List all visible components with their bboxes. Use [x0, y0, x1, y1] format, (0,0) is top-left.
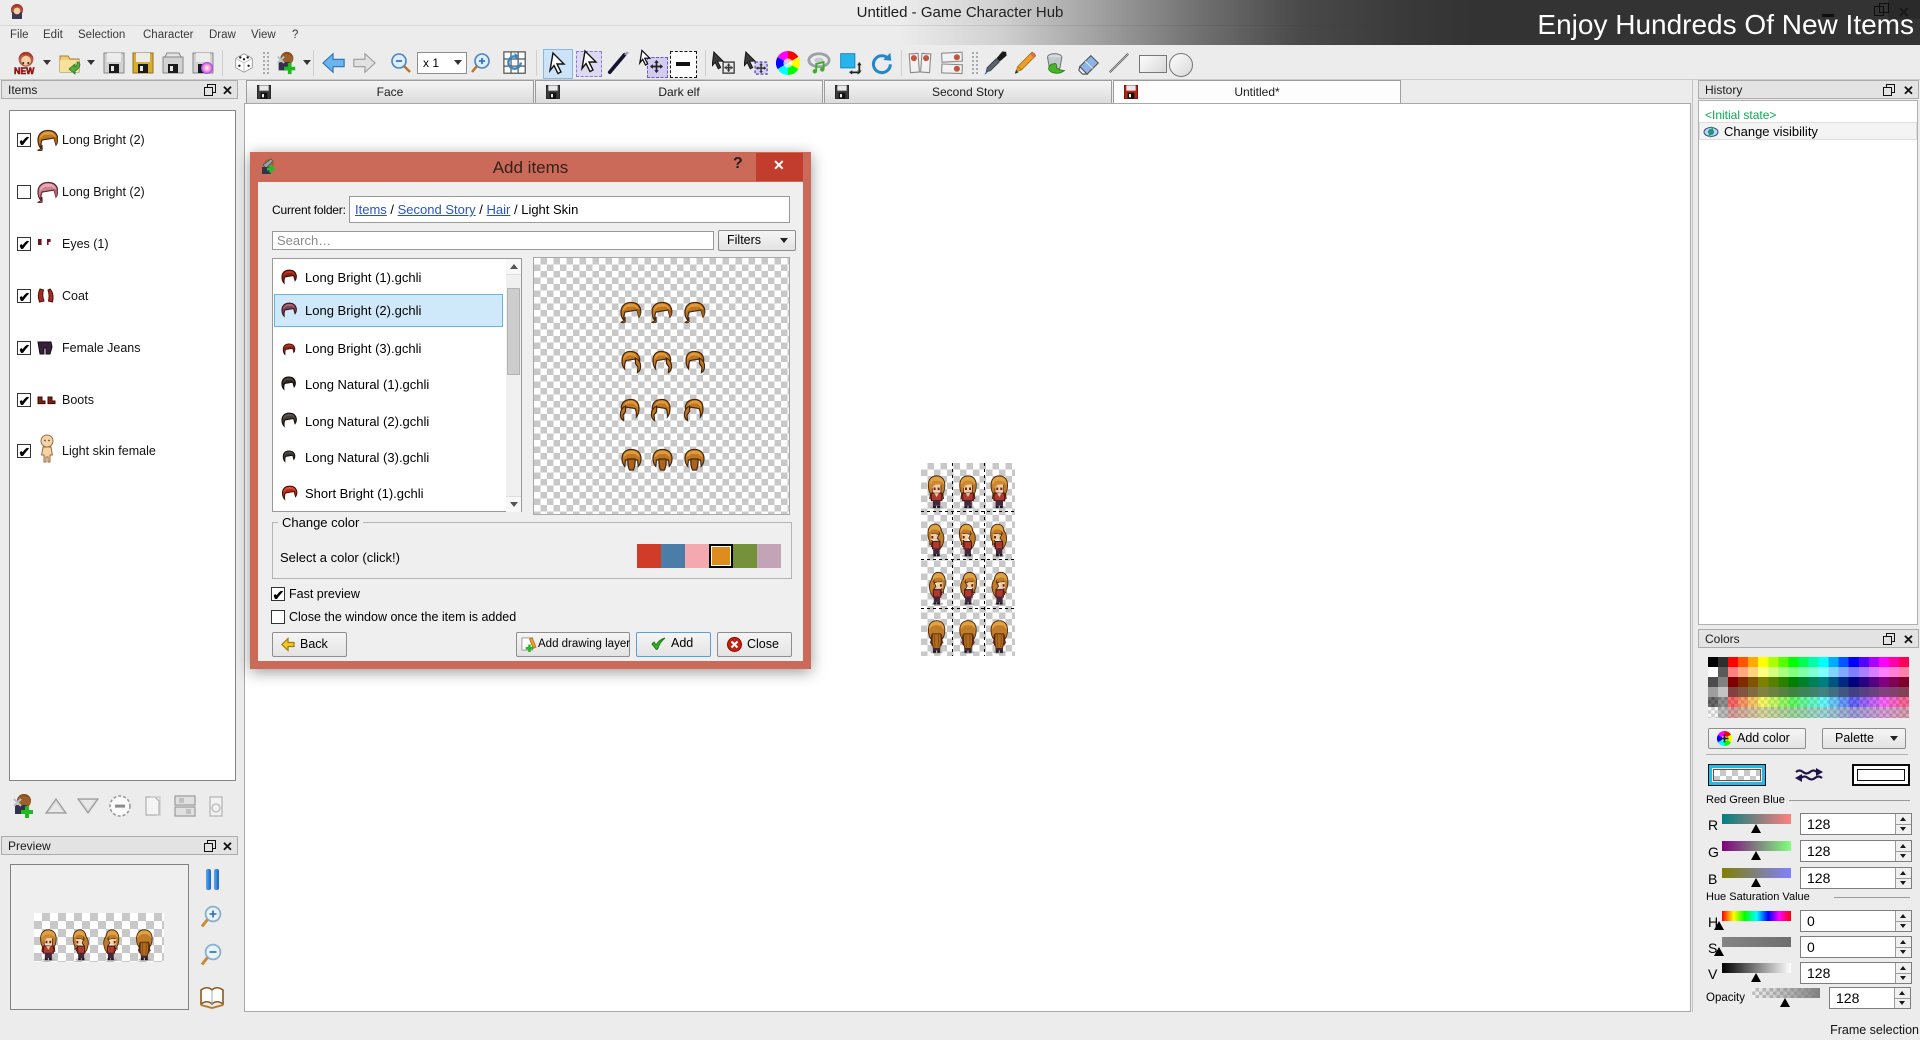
- svg-text:NEW: NEW: [14, 66, 35, 75]
